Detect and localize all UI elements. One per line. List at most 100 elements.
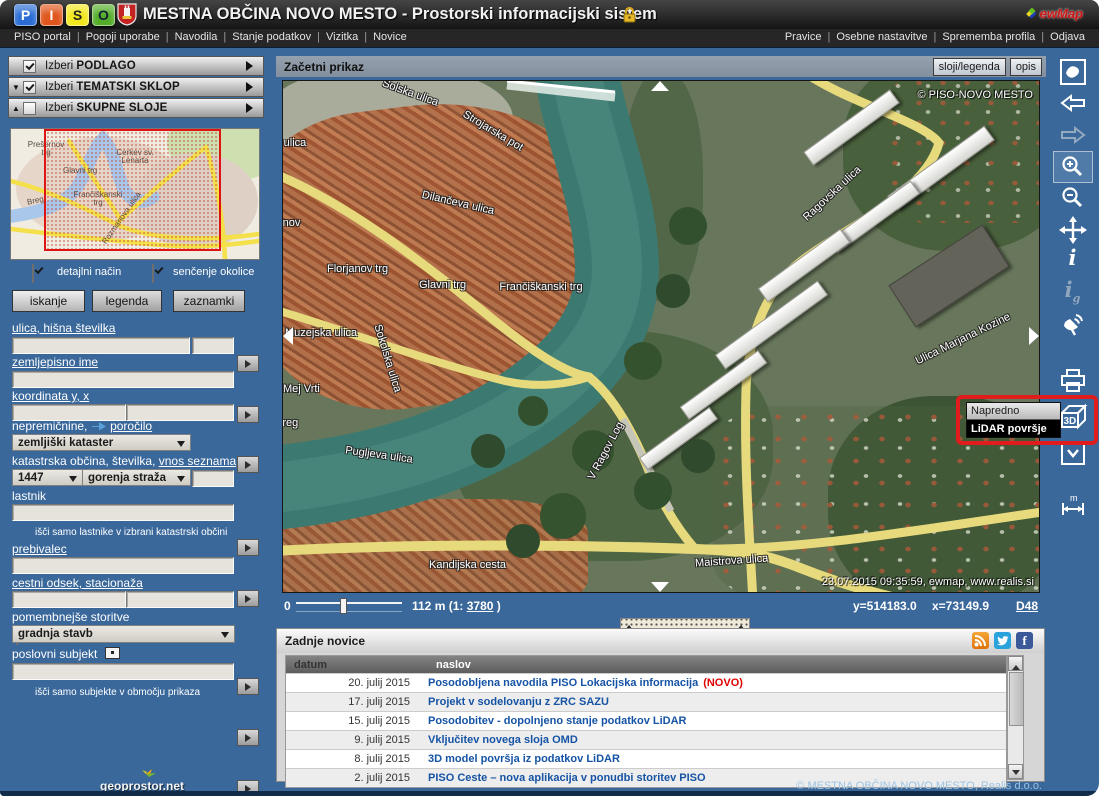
hisna-stevilka-input[interactable]	[192, 337, 234, 354]
gps-tool[interactable]	[1046, 312, 1099, 338]
porocilo-link[interactable]: poročilo	[110, 419, 152, 433]
lastnik-input[interactable]	[12, 504, 234, 521]
map-title-bar: Začetni prikaz sloji/legenda opis	[276, 56, 1046, 77]
prebivalec-input[interactable]	[12, 557, 234, 574]
ewmap-icon	[1025, 7, 1038, 20]
parcela-input[interactable]	[192, 470, 234, 487]
scroll-up-button[interactable]	[1008, 656, 1023, 671]
scale-slider-handle[interactable]	[340, 598, 347, 614]
zoom-in-tool[interactable]	[1053, 151, 1093, 183]
menu-pravice[interactable]: Pravice	[785, 31, 822, 43]
koordinata-search-button[interactable]	[237, 456, 259, 473]
pan-right-arrow[interactable]	[1029, 327, 1039, 345]
layers-legend-button[interactable]: sloji/legenda	[933, 58, 1006, 76]
pan-up-arrow[interactable]	[651, 81, 669, 91]
storitve-label: pomembnejše storitve	[12, 610, 129, 624]
description-button[interactable]: opis	[1010, 58, 1042, 76]
storitve-select[interactable]: gradnja stavb	[12, 625, 235, 643]
rss-icon[interactable]	[972, 632, 989, 649]
panel-podlago[interactable]: Izberi PODLAGO	[8, 56, 264, 76]
tab-iskanje[interactable]: iskanje	[12, 290, 85, 312]
parcela-search-button[interactable]	[237, 539, 259, 556]
column-naslov: naslov	[428, 659, 471, 671]
initial-view-button[interactable]	[1046, 58, 1099, 86]
panel-skupne-sloje[interactable]: ▲ Izberi SKUPNE SLOJE	[8, 98, 264, 118]
ulica-input[interactable]	[12, 337, 190, 354]
lastnik-search-button[interactable]	[237, 590, 259, 607]
menu-item-lidar-povrsje[interactable]: LiDAR površje	[967, 420, 1060, 437]
menu-sprememba-profila[interactable]: Sprememba profila	[927, 31, 1035, 43]
menu-odjava[interactable]: Odjava	[1035, 31, 1085, 43]
info-tool[interactable]: i	[1046, 248, 1099, 268]
facebook-icon[interactable]: f	[1016, 632, 1033, 649]
sencenje-okolice-checkbox[interactable]	[152, 264, 154, 283]
panel-tematski-sklop[interactable]: ▼ Izberi TEMATSKI SKLOP	[8, 77, 264, 97]
menu-novice[interactable]: Novice	[358, 31, 406, 43]
measure-tool[interactable]: m	[1046, 493, 1099, 519]
news-row[interactable]: 15. julij 2015 Posodobitev - dopolnjeno …	[286, 711, 1006, 730]
podlago-checkbox[interactable]	[23, 60, 36, 73]
map-viewport[interactable]: Šolska ulica va ulica Strojarska pot Dil…	[282, 80, 1040, 593]
news-scrollbar[interactable]	[1007, 655, 1024, 780]
menu-navodila[interactable]: Navodila	[160, 31, 218, 43]
cestni-search-button[interactable]	[237, 729, 259, 746]
skupne-checkbox[interactable]	[23, 102, 36, 115]
twitter-icon[interactable]	[994, 632, 1011, 649]
news-table: datum naslov 20. julij 2015 Posodobljena…	[285, 655, 1007, 788]
kataster-select[interactable]: zemljiški kataster	[12, 434, 191, 451]
header-bar: P I S O MESTNA OBČINA NOVO MESTO - Prost…	[0, 0, 1099, 29]
scale-readout: 112 m (1: 3780 )	[412, 599, 501, 613]
scale-ratio-link[interactable]: 3780	[467, 599, 494, 613]
katastrska-label: katastrska občina, številka, vnos seznam…	[12, 454, 236, 468]
collapse-icon[interactable]: ▼	[9, 83, 23, 92]
subjekt-option-label: išči samo subjekte v območju prikaza	[35, 687, 200, 698]
cestni-odsek-input[interactable]	[12, 591, 126, 608]
zoom-out-tool[interactable]	[1046, 185, 1099, 211]
subjekt-info-icon[interactable]	[105, 647, 120, 659]
menu-vizitka[interactable]: Vizitka	[311, 31, 358, 43]
news-row[interactable]: 9. julij 2015 Vključitev novega sloja OM…	[286, 730, 1006, 749]
street-label: Muzejska ulica	[285, 327, 357, 339]
tematski-checkbox[interactable]	[23, 81, 36, 94]
menu-piso-portal[interactable]: PISO portal	[14, 31, 71, 43]
tab-zaznamki[interactable]: zaznamki	[173, 290, 245, 312]
pan-left-arrow[interactable]	[283, 327, 293, 345]
prebivalec-search-button[interactable]	[237, 678, 259, 695]
ko-name-select[interactable]: gorenja straža	[82, 469, 191, 486]
menu-item-napredno[interactable]: Napredno	[967, 403, 1060, 420]
pan-down-arrow[interactable]	[651, 582, 669, 592]
scale-slider-track[interactable]	[296, 602, 402, 612]
piso-logo[interactable]: P I S O	[14, 4, 115, 26]
scroll-down-button[interactable]	[1008, 764, 1023, 779]
print-tool[interactable]	[1046, 368, 1099, 394]
history-back-button[interactable]	[1046, 93, 1099, 113]
ulica-search-button[interactable]	[237, 355, 259, 372]
news-row[interactable]: 17. julij 2015 Projekt v sodelovanju z Z…	[286, 692, 1006, 711]
menu-osebne-nastavitve[interactable]: Osebne nastavitve	[822, 31, 928, 43]
menu-stanje-podatkov[interactable]: Stanje podatkov	[217, 31, 311, 43]
news-row[interactable]: 8. julij 2015 3D model površja iz podatk…	[286, 749, 1006, 768]
news-row[interactable]: 20. julij 2015 Posodobljena navodila PIS…	[286, 673, 1006, 692]
history-forward-button[interactable]	[1046, 125, 1099, 145]
detajlni-nacin-checkbox[interactable]	[32, 264, 34, 283]
vnos-seznama-link[interactable]: vnos seznama	[159, 454, 236, 468]
menu-pogoji-uporabe[interactable]: Pogoji uporabe	[71, 31, 160, 43]
scroll-thumb[interactable]	[1009, 672, 1024, 726]
pan-tool[interactable]	[1046, 216, 1099, 244]
tab-legenda[interactable]: legenda	[92, 290, 162, 312]
collapse-icon[interactable]: ▲	[9, 104, 23, 113]
datum-link[interactable]: D48	[1016, 599, 1038, 613]
info-group-tool[interactable]: ig	[1046, 280, 1099, 309]
zemljepisno-input[interactable]	[12, 371, 234, 388]
subjekt-label: poslovni subjekt	[12, 647, 120, 661]
overview-minimap[interactable]: Prešernov trg Cerkev sv. Lenarta Glavni …	[10, 128, 260, 260]
map-timestamp: 23.07.2015 09:35:59, ewmap, www.realis.s…	[822, 576, 1034, 588]
logo-letter-o: O	[92, 4, 115, 26]
ko-number-select[interactable]: 1447	[12, 469, 83, 486]
ewmap-brand[interactable]: ewMap	[1025, 6, 1083, 21]
subjekt-input[interactable]	[12, 663, 234, 680]
stacionaza-input[interactable]	[126, 591, 234, 608]
export-tool[interactable]	[1046, 440, 1099, 466]
zemljepisno-search-button[interactable]	[237, 406, 259, 423]
minimap-extent-rectangle[interactable]	[44, 129, 221, 251]
